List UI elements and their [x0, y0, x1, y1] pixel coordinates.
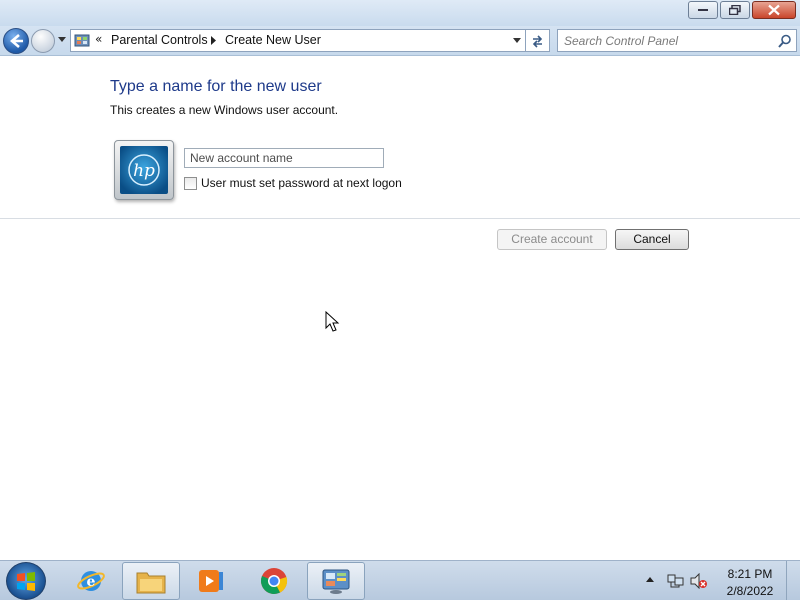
- hp-logo-icon: hp: [120, 146, 168, 194]
- taskbar: e 8:21 PM 2/8/2022: [0, 560, 800, 600]
- password-at-logon-checkbox[interactable]: [184, 177, 197, 190]
- clock-date: 2/8/2022: [726, 584, 774, 598]
- create-account-button[interactable]: Create account: [497, 229, 607, 250]
- media-player-icon: [199, 570, 223, 592]
- breadcrumb-create-new-user[interactable]: Create New User: [225, 33, 321, 47]
- search-box[interactable]: [557, 29, 797, 52]
- refresh-button[interactable]: [526, 29, 550, 52]
- folder-icon: [136, 572, 166, 594]
- minimize-icon: [698, 9, 708, 11]
- taskbar-media-player[interactable]: [182, 562, 240, 600]
- taskbar-control-panel[interactable]: [307, 562, 365, 600]
- system-clock[interactable]: 8:21 PM 2/8/2022: [716, 566, 784, 600]
- mouse-cursor-icon: [325, 311, 340, 332]
- navigation-bar: « Parental Controls Create New User: [0, 26, 800, 56]
- breadcrumb-parental-controls[interactable]: Parental Controls: [111, 33, 208, 47]
- control-panel-icon: [322, 569, 350, 594]
- password-at-logon-label[interactable]: User must set password at next logon: [201, 176, 402, 190]
- start-button[interactable]: [6, 562, 46, 600]
- cancel-button[interactable]: Cancel: [615, 229, 689, 250]
- close-icon: [768, 4, 780, 16]
- taskbar-chrome[interactable]: [245, 562, 303, 600]
- account-name-input[interactable]: [184, 148, 384, 168]
- clock-time: 8:21 PM: [727, 567, 773, 581]
- address-bar[interactable]: « Parental Controls Create New User: [70, 29, 526, 52]
- back-arrow-icon: [10, 34, 23, 48]
- control-panel-icon: [74, 34, 90, 47]
- chrome-icon: [261, 568, 288, 594]
- close-button[interactable]: [752, 1, 796, 19]
- search-input[interactable]: [564, 33, 764, 48]
- address-dropdown-icon[interactable]: [513, 38, 521, 43]
- volume-muted-icon[interactable]: [690, 573, 708, 589]
- recent-pages-dropdown-icon[interactable]: [58, 37, 66, 42]
- taskbar-internet-explorer[interactable]: e: [62, 562, 120, 600]
- breadcrumb-separator-icon[interactable]: [211, 36, 216, 45]
- restore-icon: [729, 5, 741, 15]
- minimize-button[interactable]: [688, 1, 718, 19]
- svg-text:e: e: [87, 574, 96, 590]
- page-title: Type a name for the new user: [110, 78, 322, 95]
- show-hidden-icons-button[interactable]: [646, 577, 654, 582]
- windows-logo-icon: [17, 572, 35, 591]
- restore-button[interactable]: [720, 1, 750, 19]
- breadcrumb-overflow-chevron[interactable]: «: [95, 32, 102, 46]
- user-avatar: hp: [114, 140, 174, 200]
- taskbar-file-explorer[interactable]: [122, 562, 180, 600]
- back-button[interactable]: [3, 28, 29, 54]
- forward-button[interactable]: [31, 29, 55, 53]
- show-desktop-button[interactable]: [786, 561, 800, 600]
- internet-explorer-icon: e: [77, 571, 105, 591]
- window-controls: [686, 1, 796, 19]
- title-bar: [0, 0, 800, 26]
- divider: [0, 218, 800, 219]
- search-icon[interactable]: [778, 34, 792, 48]
- page-description: This creates a new Windows user account.: [110, 103, 339, 117]
- network-icon[interactable]: [667, 573, 684, 589]
- svg-text:hp: hp: [133, 161, 155, 181]
- refresh-icon: [532, 35, 543, 48]
